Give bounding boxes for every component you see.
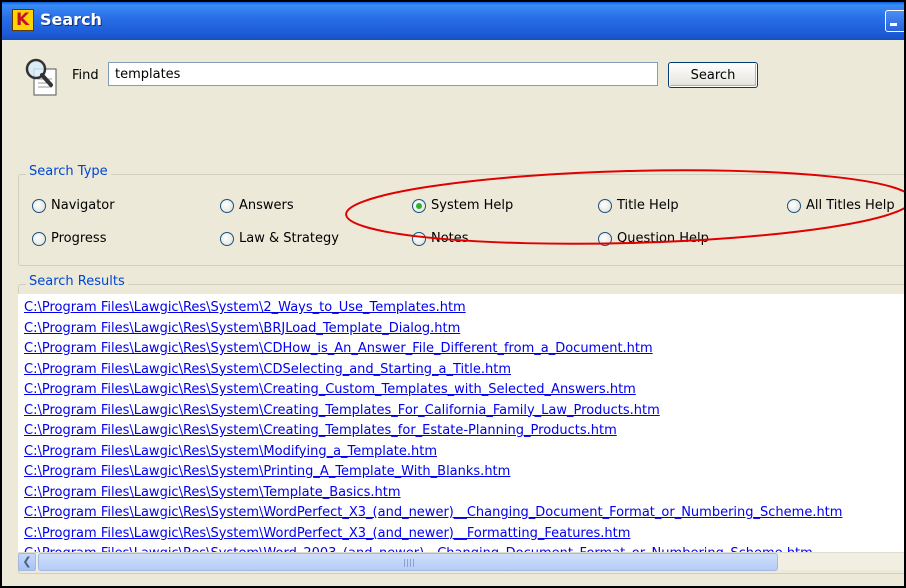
radio-question-help[interactable]: Question Help [598,231,709,246]
search-type-label: Search Type [26,164,111,179]
radio-title-help[interactable]: Title Help [598,198,679,213]
list-item: C:\Program Files\Lawgic\Res\System\2_Way… [24,298,842,319]
result-link[interactable]: C:\Program Files\Lawgic\Res\System\Modif… [24,444,437,459]
result-link[interactable]: C:\Program Files\Lawgic\Res\System\Creat… [24,382,636,397]
scroll-left-arrow-icon[interactable]: ❮ [18,553,36,571]
list-item: C:\Program Files\Lawgic\Res\System\CDSel… [24,360,842,381]
radio-answers[interactable]: Answers [220,198,294,213]
radio-circle[interactable] [32,231,46,246]
search-button[interactable]: Search [668,62,758,88]
results-list-box[interactable]: C:\Program Files\Lawgic\Res\System\2_Way… [18,294,904,566]
list-item: C:\Program Files\Lawgic\Res\System\BRJLo… [24,319,842,340]
radio-label: Law & Strategy [239,231,339,246]
radio-label: Question Help [617,231,709,246]
result-link[interactable]: C:\Program Files\Lawgic\Res\System\Print… [24,464,510,479]
results-list: C:\Program Files\Lawgic\Res\System\2_Way… [24,298,842,565]
minimize-button[interactable] [885,10,904,32]
radio-circle[interactable] [598,198,612,213]
list-item: C:\Program Files\Lawgic\Res\System\Creat… [24,380,842,401]
radio-progress[interactable]: Progress [32,231,106,246]
magnifier-document-icon [25,58,57,96]
result-link[interactable]: C:\Program Files\Lawgic\Res\System\Creat… [24,423,617,438]
scroll-thumb[interactable] [38,553,778,571]
result-link[interactable]: C:\Program Files\Lawgic\Res\System\BRJLo… [24,321,460,336]
result-link[interactable]: C:\Program Files\Lawgic\Res\System\2_Way… [24,300,466,315]
radio-circle[interactable] [32,198,46,213]
result-link[interactable]: C:\Program Files\Lawgic\Res\System\WordP… [24,526,630,541]
radio-circle[interactable] [412,231,426,246]
radio-system-help[interactable]: System Help [412,198,513,213]
title-bar[interactable]: K Search [2,2,904,40]
list-item: C:\Program Files\Lawgic\Res\System\WordP… [24,503,842,524]
radio-label: Title Help [617,198,679,213]
list-item: C:\Program Files\Lawgic\Res\System\Creat… [24,421,842,442]
find-input[interactable] [108,62,658,86]
list-item: C:\Program Files\Lawgic\Res\System\Templ… [24,483,842,504]
radio-label: All Titles Help [806,198,895,213]
grip-icon [404,559,414,567]
radio-label: Notes [431,231,469,246]
radio-navigator[interactable]: Navigator [32,198,115,213]
search-window: K Search Find Search Search Type Navigat… [0,0,906,588]
result-link[interactable]: C:\Program Files\Lawgic\Res\System\Creat… [24,403,660,418]
radio-circle-selected[interactable] [412,198,426,213]
window-title: Search [40,10,102,29]
list-item: C:\Program Files\Lawgic\Res\System\Creat… [24,401,842,422]
list-item: C:\Program Files\Lawgic\Res\System\WordP… [24,524,842,545]
app-icon: K [12,9,34,31]
radio-law-strategy[interactable]: Law & Strategy [220,231,339,246]
list-item: C:\Program Files\Lawgic\Res\System\CDHow… [24,339,842,360]
radio-circle[interactable] [598,231,612,246]
result-link[interactable]: C:\Program Files\Lawgic\Res\System\Templ… [24,485,401,500]
result-link[interactable]: C:\Program Files\Lawgic\Res\System\CDSel… [24,362,511,377]
radio-circle[interactable] [220,231,234,246]
result-link[interactable]: C:\Program Files\Lawgic\Res\System\WordP… [24,505,842,520]
horizontal-scrollbar[interactable]: ❮ [18,552,904,571]
search-results-label: Search Results [26,274,128,289]
radio-label: System Help [431,198,514,213]
radio-circle[interactable] [787,198,801,213]
list-item: C:\Program Files\Lawgic\Res\System\Modif… [24,442,842,463]
radio-notes[interactable]: Notes [412,231,469,246]
result-link[interactable]: C:\Program Files\Lawgic\Res\System\CDHow… [24,341,653,356]
radio-circle[interactable] [220,198,234,213]
radio-label: Answers [239,198,294,213]
radio-label: Navigator [51,198,115,213]
search-type-group [18,174,904,266]
list-item: C:\Program Files\Lawgic\Res\System\Print… [24,462,842,483]
radio-all-titles-help[interactable]: All Titles Help [787,198,895,213]
find-label: Find [72,68,99,83]
radio-label: Progress [51,231,107,246]
